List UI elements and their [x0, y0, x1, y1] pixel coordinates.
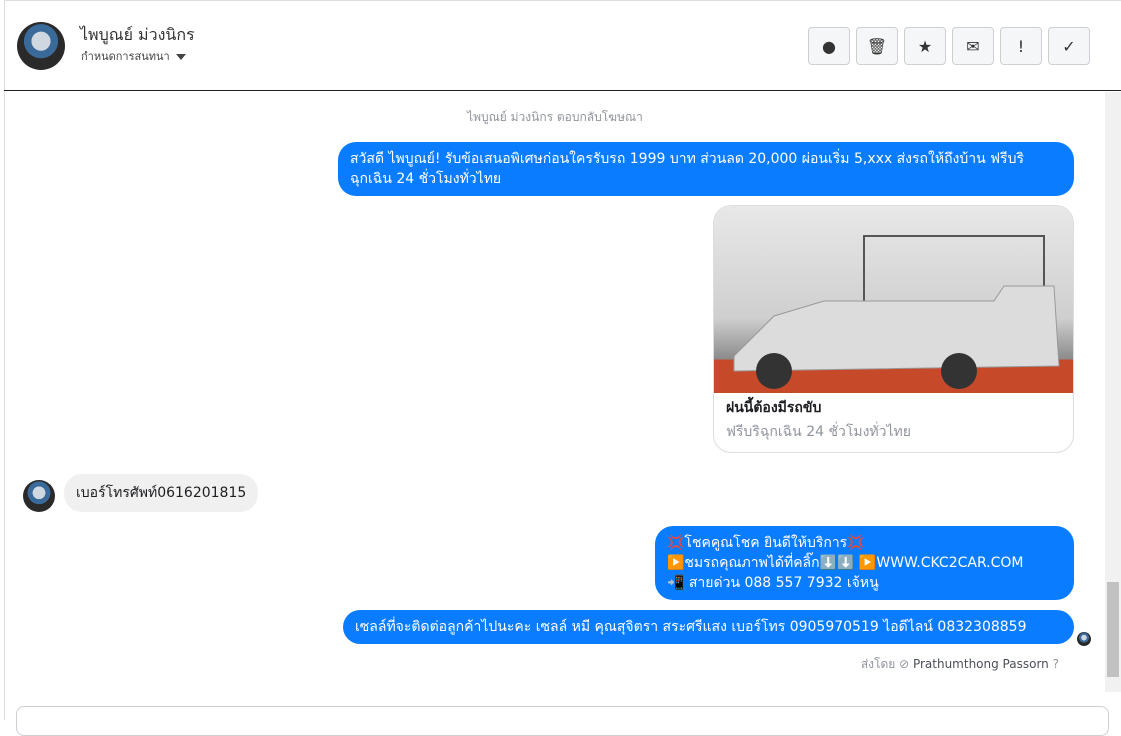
card-title: ฝนนี้ต้องมีรถขับ [726, 400, 822, 416]
website-link[interactable]: WWW.CKC2CAR.COM [876, 555, 1023, 571]
trash-icon: 🗑 [866, 36, 888, 56]
scrollbar-thumb[interactable] [1107, 582, 1119, 677]
sender-name[interactable]: Prathumthong Passorn [913, 657, 1049, 671]
mark-unread-button[interactable]: ✉ [952, 27, 994, 65]
message-text: ฉุกเฉิน 24 ชั่วโมงทั่วไทย [350, 171, 502, 187]
settings-label: กำหนดการสนทนา [81, 50, 170, 63]
exclamation-icon: ! [1017, 36, 1025, 56]
seen-avatar [1077, 632, 1091, 646]
ad-reply-notice: ไพบูณย์ ม่วงนิกร ตอบกลับโฆษณา [467, 110, 643, 124]
message-text: 💢โชคคูณโชค ยินดีให้บริการ💢 [667, 535, 865, 551]
incoming-message: เบอร์โทรศัพท์0616201815 [64, 474, 259, 512]
conversation-header: ไพบูณย์ ม่วงนิกร กำหนดการสนทนา ● 🗑 ★ ✉ !… [4, 0, 1121, 91]
help-icon[interactable]: ? [1053, 657, 1059, 671]
outgoing-message: เซลล์ที่จะติดต่อลูกค้าไปนะคะ เซลล์ หมี ค… [343, 610, 1074, 644]
caret-down-icon [175, 54, 186, 60]
star-icon: ★ [917, 36, 933, 56]
sent-by: ส่งโดย ⊘ Prathumthong Passorn ? [860, 657, 1059, 671]
follow-up-button[interactable]: ! [1000, 27, 1042, 65]
mail-icon: ✉ [966, 36, 980, 56]
contact-name[interactable]: ไพบูณย์ ม่วงนิกร [80, 23, 195, 48]
mark-done-button[interactable]: ✓ [1048, 27, 1090, 65]
outgoing-message: สวัสดี ไพบูณย์! รับข้อเสนอพิเศษก่อนใครรั… [338, 142, 1074, 196]
message-thread: ไพบูณย์ ม่วงนิกร ตอบกลับโฆษณา สวัสดี ไพบ… [5, 92, 1105, 696]
message-text: 📲 สายด่วน 088 557 7932 เจ้หนู [667, 575, 879, 591]
star-button[interactable]: ★ [904, 27, 946, 65]
contact-avatar [23, 480, 55, 512]
message-text: ▶️ชมรถคุณภาพได้ที่คลิ๊ก⬇️⬇️ ▶️ [667, 555, 877, 571]
sent-by-label: ส่งโดย [860, 657, 896, 671]
scrollbar[interactable] [1105, 92, 1121, 692]
spam-button[interactable]: ● [808, 27, 850, 65]
message-composer[interactable] [16, 706, 1109, 736]
card-description: ฟรีบริฉุกเฉิน 24 ชั่วโมงทั่วไทย [726, 424, 911, 440]
delete-button[interactable]: 🗑 [856, 27, 898, 65]
pickup-truck-image [733, 235, 1060, 389]
avatar[interactable] [17, 22, 65, 70]
ad-card[interactable]: ฝนนี้ต้องมีรถขับ ฟรีบริฉุกเฉิน 24 ชั่วโม… [713, 205, 1074, 453]
check-icon: ✓ [1062, 36, 1076, 56]
truck-image [714, 206, 1073, 393]
outgoing-message: 💢โชคคูณโชค ยินดีให้บริการ💢 ▶️ชมรถคุณภาพไ… [655, 526, 1074, 600]
alert-circle-icon: ● [822, 36, 836, 56]
message-text: สวัสดี ไพบูณย์! รับข้อเสนอพิเศษก่อนใครรั… [350, 151, 1024, 167]
conversation-settings-dropdown[interactable]: กำหนดการสนทนา [81, 47, 186, 65]
